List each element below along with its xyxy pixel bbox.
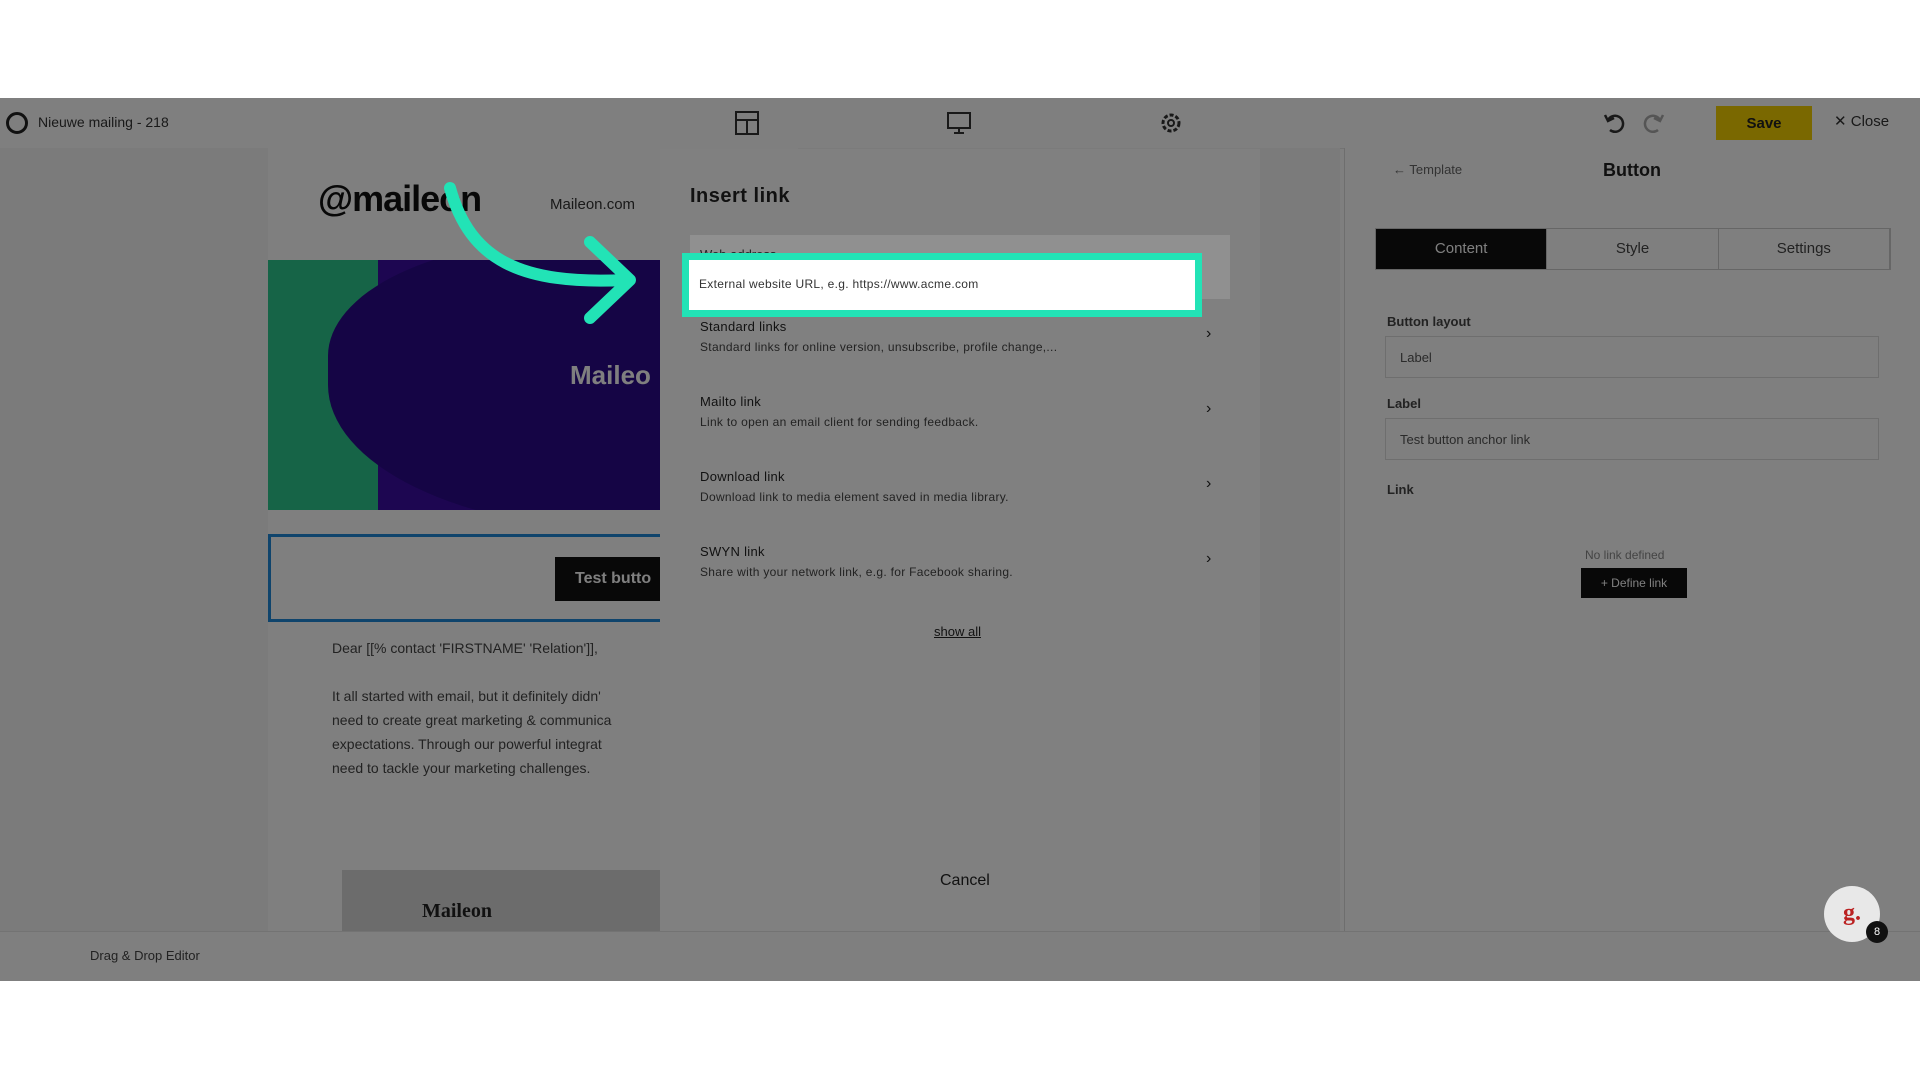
insert-link-dialog: Insert link Web address External website… xyxy=(660,149,1260,931)
option-desc: Download link to media element saved in … xyxy=(700,490,1009,504)
option-title: Mailto link xyxy=(700,394,762,409)
dialog-title: Insert link xyxy=(690,185,790,207)
cancel-button[interactable]: Cancel xyxy=(934,871,996,891)
standard-links-option[interactable]: Standard links Standard links for online… xyxy=(690,309,1230,371)
option-title: Standard links xyxy=(700,319,787,334)
option-desc: Share with your network link, e.g. for F… xyxy=(700,565,1013,579)
option-title: SWYN link xyxy=(700,544,765,559)
show-all-link[interactable]: show all xyxy=(934,624,981,639)
option-desc: Link to open an email client for sending… xyxy=(700,415,979,429)
web-address-highlight[interactable]: External website URL, e.g. https://www.a… xyxy=(682,253,1202,317)
swyn-link-option[interactable]: SWYN link Share with your network link, … xyxy=(690,534,1230,596)
mailto-link-option[interactable]: Mailto link Link to open an email client… xyxy=(690,384,1230,446)
tutorial-arrow-icon xyxy=(444,182,636,324)
chevron-right-icon: › xyxy=(1206,475,1212,492)
chevron-right-icon: › xyxy=(1206,400,1212,417)
web-address-desc: External website URL, e.g. https://www.a… xyxy=(699,277,979,291)
download-link-option[interactable]: Download link Download link to media ele… xyxy=(690,459,1230,521)
option-desc: Standard links for online version, unsub… xyxy=(700,340,1058,354)
chevron-right-icon: › xyxy=(1206,325,1212,342)
notification-count-badge: 8 xyxy=(1866,921,1888,943)
chevron-right-icon: › xyxy=(1206,550,1212,567)
option-title: Download link xyxy=(700,469,785,484)
